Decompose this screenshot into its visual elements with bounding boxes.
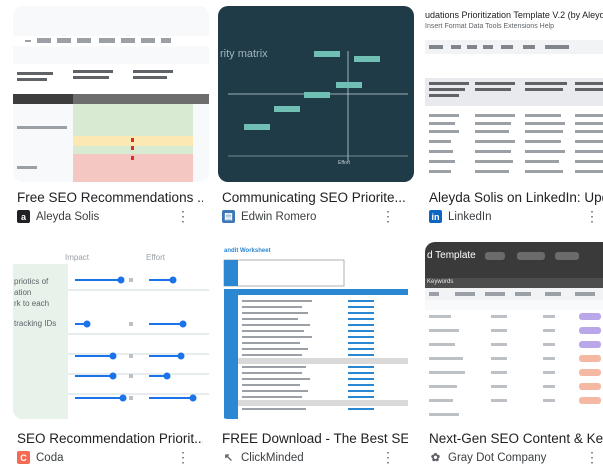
more-options-icon[interactable]: ⋮ [381,208,395,224]
result-title[interactable]: Free SEO Recommendations ... [17,190,203,205]
template-title: d Template [427,250,476,261]
thumbnail-keyword-template[interactable]: d Template Keywords [425,242,603,419]
effort-header: Effort [146,253,165,262]
more-options-icon[interactable]: ⋮ [176,449,190,465]
thumbnail-spreadsheet[interactable] [13,6,209,182]
more-options-icon[interactable]: ⋮ [176,208,190,224]
result-source[interactable]: ↖ ClickMinded [222,451,304,465]
result-title[interactable]: FREE Download - The Best SE... [222,431,408,446]
aleyda-icon: a [17,210,30,223]
result-source[interactable]: C Coda [17,451,64,464]
coda-icon: C [17,451,30,464]
source-label: LinkedIn [448,210,492,223]
result-title[interactable]: SEO Recommendation Priorit... [17,431,203,446]
thumbnail-worksheet[interactable]: andit Worksheet [218,242,414,419]
result-title[interactable]: Aleyda Solis on LinkedIn: Upd... [429,190,603,205]
template-title: udations Prioritization Template V.2 (by… [425,10,603,20]
result-source[interactable]: ✿ Gray Dot Company [429,451,547,465]
more-options-icon[interactable]: ⋮ [585,208,599,224]
row-text: tracking IDs [14,319,57,328]
more-options-icon[interactable]: ⋮ [381,449,395,465]
more-options-icon[interactable]: ⋮ [585,449,599,465]
result-source[interactable]: ▤ Edwin Romero [222,210,316,223]
result-source[interactable]: in LinkedIn [429,210,491,223]
result-title[interactable]: Communicating SEO Priorite... [222,190,408,205]
source-label: Coda [36,451,64,464]
graydot-icon: ✿ [430,452,441,464]
source-label: Edwin Romero [241,210,317,223]
impact-header: Impact [65,253,90,262]
thumbnail-priority-matrix[interactable]: rity matrix Effort [218,6,414,182]
clickminded-icon: ↖ [223,452,234,464]
row-text: rk to each [14,299,50,308]
result-source[interactable]: a Aleyda Solis [17,210,99,223]
edwin-icon: ▤ [222,210,235,223]
keywords-tab: Keywords [427,279,454,285]
thumbnail-coda-sliders[interactable]: Impact Effort priotics of ation rk to ea… [13,242,209,419]
worksheet-title: andit Worksheet [224,248,271,254]
matrix-title: rity matrix [220,48,268,60]
source-label: Gray Dot Company [448,451,547,464]
source-label: Aleyda Solis [36,210,100,223]
thumbnail-template[interactable]: udations Prioritization Template V.2 (by… [425,6,603,182]
linkedin-icon: in [429,210,442,223]
template-menu: Insert Format Data Tools Extensions Help [425,23,555,30]
result-title[interactable]: Next-Gen SEO Content & Key... [429,431,603,446]
row-text: ation [14,288,32,297]
row-text: priotics of [14,277,49,286]
source-label: ClickMinded [241,451,304,464]
effort-axis-label: Effort [338,160,350,166]
